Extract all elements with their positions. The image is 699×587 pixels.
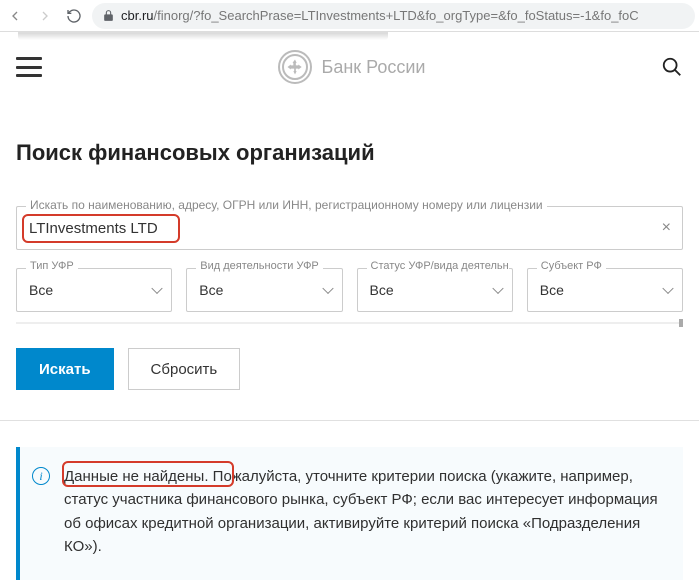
filter-region: Субъект РФ Все [527, 268, 683, 312]
filter-select-status[interactable]: Все [357, 268, 513, 312]
browser-toolbar: cbr.ru/finorg/?fo_SearchPrase=LTInvestme… [0, 0, 699, 32]
form-actions: Искать Сбросить [16, 348, 683, 390]
filter-label: Тип УФР [26, 260, 78, 272]
page-title: Поиск финансовых организаций [16, 140, 683, 166]
filters-row: Тип УФР Все Вид деятельности УФР Все Ста… [16, 268, 683, 312]
nav-forward-button[interactable] [34, 5, 56, 27]
site-search-button[interactable] [661, 56, 683, 78]
filter-activity-ufr: Вид деятельности УФР Все [186, 268, 342, 312]
info-icon: i [32, 467, 50, 485]
filter-select-activity[interactable]: Все [186, 268, 342, 312]
clear-input-button[interactable]: × [662, 219, 671, 237]
page-content: Поиск финансовых организаций Искать по н… [0, 140, 699, 580]
divider [0, 420, 699, 421]
brand-logo[interactable]: Банк России [278, 50, 426, 84]
url-path: /finorg/?fo_SearchPrase=LTInvestments+LT… [154, 8, 639, 23]
url-bar[interactable]: cbr.ru/finorg/?fo_SearchPrase=LTInvestme… [92, 3, 695, 29]
no-results-message: i Данные не найдены. Пожалуйста, уточнит… [16, 447, 683, 580]
search-button[interactable]: Искать [16, 348, 114, 390]
horizontal-scroll-hint [16, 318, 683, 324]
search-input[interactable] [16, 206, 683, 250]
dropdown-shadow [18, 32, 388, 40]
url-host: cbr.ru [121, 8, 154, 23]
filter-label: Субъект РФ [537, 260, 606, 272]
cbr-emblem-icon [278, 50, 312, 84]
reset-button[interactable]: Сбросить [128, 348, 241, 390]
info-text-bold: Данные не найдены. [64, 468, 209, 485]
search-field-wrap: Искать по наименованию, адресу, ОГРН или… [16, 206, 683, 250]
lock-icon [102, 9, 115, 22]
filter-label: Вид деятельности УФР [196, 260, 323, 272]
filter-select-type[interactable]: Все [16, 268, 172, 312]
nav-back-button[interactable] [4, 5, 26, 27]
brand-name: Банк России [322, 57, 426, 78]
filter-type-ufr: Тип УФР Все [16, 268, 172, 312]
filter-select-region[interactable]: Все [527, 268, 683, 312]
site-header: Банк России [0, 32, 699, 92]
filter-status-ufr: Статус УФР/вида деятельности Все [357, 268, 513, 312]
search-label: Искать по наименованию, адресу, ОГРН или… [26, 198, 547, 212]
reload-button[interactable] [64, 6, 84, 26]
filter-label: Статус УФР/вида деятельности [367, 260, 509, 272]
menu-button[interactable] [16, 57, 42, 77]
